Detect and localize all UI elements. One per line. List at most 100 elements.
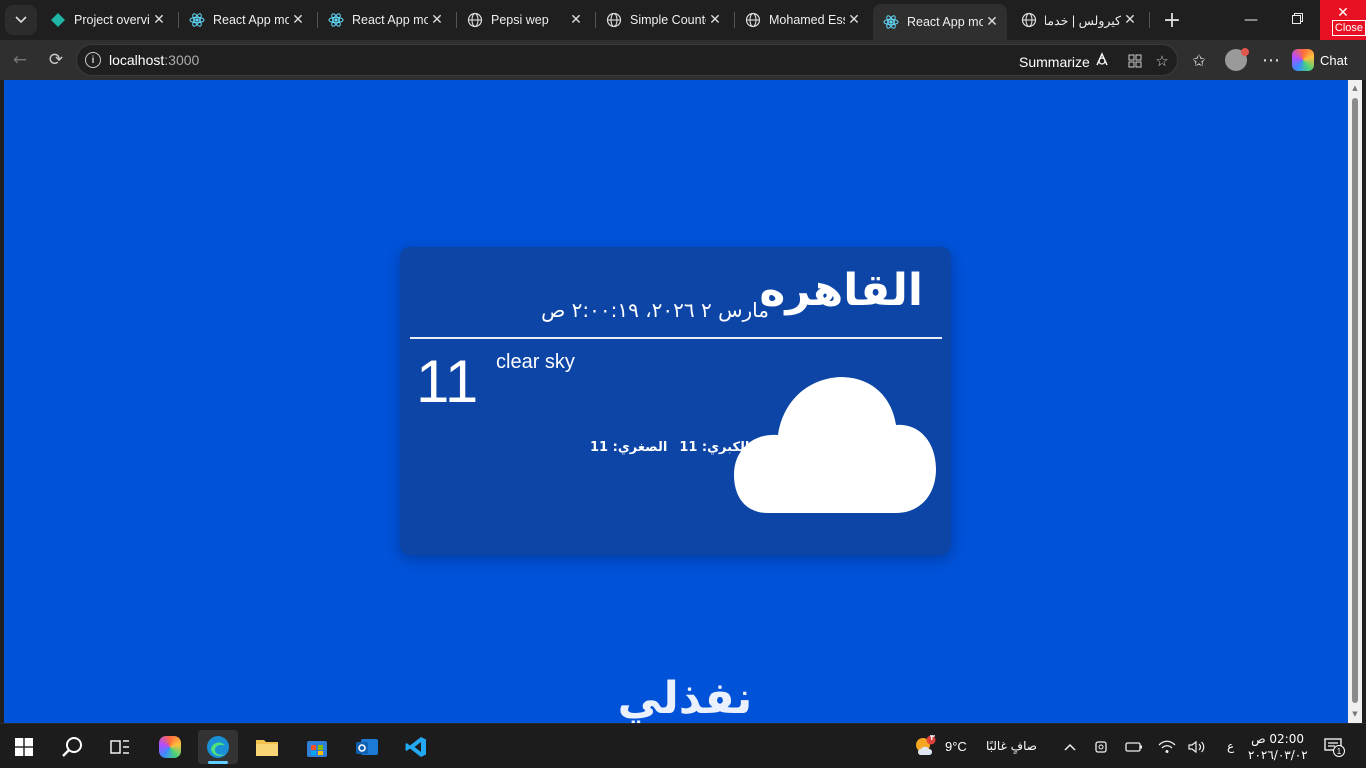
tab-title: Mohamed Essa [769, 13, 845, 27]
weather-card: القاهره مارس ٢ ٢٠٢٦، ٢:٠٠:١٩ ص 11 clear … [400, 247, 951, 555]
edge-icon [207, 736, 229, 758]
diamond-icon [50, 12, 66, 28]
store-icon [307, 741, 327, 757]
tab-title: React App moo [213, 13, 289, 27]
reload-icon: ⟳ [48, 50, 64, 70]
restore-button[interactable] [1274, 0, 1320, 40]
taskbar-file-explorer[interactable] [247, 730, 287, 764]
summarize-label: Summarize [1019, 53, 1090, 70]
tab-react-app-2[interactable]: React App moo ✕ [318, 4, 452, 36]
taskbar-store[interactable] [297, 730, 337, 764]
search-button[interactable] [52, 730, 92, 764]
close-icon[interactable]: ✕ [983, 13, 1001, 31]
tab-title: Simple Counter [630, 13, 706, 27]
tab-strip: Project overview ✕ React App moo ✕ React… [0, 0, 1366, 40]
more-options-icon[interactable]: ⋯ [1261, 50, 1281, 71]
tab-title: React App moo [907, 15, 983, 29]
globe-icon [467, 12, 483, 28]
scroll-up-arrow-icon[interactable]: ▲ [1351, 84, 1359, 92]
temperature: 11 [416, 348, 479, 415]
notification-count: 1 [1333, 745, 1345, 757]
taskbar-edge[interactable] [198, 730, 238, 764]
globe-icon [745, 12, 761, 28]
new-tab-button[interactable]: + [1158, 6, 1186, 34]
chevron-up-icon[interactable] [1061, 738, 1079, 756]
outlook-icon [356, 739, 378, 755]
page-scrollbar[interactable]: ▲ ▼ [1348, 80, 1362, 723]
min-temp: الصغري: 11 [590, 440, 668, 455]
close-icon[interactable]: ✕ [706, 11, 724, 29]
close-icon[interactable]: ✕ [1121, 11, 1139, 29]
minimize-icon: — [1244, 12, 1258, 28]
taskbar-vscode[interactable] [396, 730, 436, 764]
system-clock[interactable]: 02:00 ص ٢٠٢٦/٠٣/٠٢ [1248, 731, 1308, 763]
react-icon [189, 12, 205, 28]
windows-icon [15, 738, 33, 756]
page-viewport: القاهره مارس ٢ ٢٠٢٦، ٢:٠٠:١٩ ص 11 clear … [4, 80, 1348, 723]
plus-icon: + [1162, 7, 1182, 33]
profile-avatar[interactable] [1225, 48, 1249, 71]
scroll-down-arrow-icon[interactable]: ▼ [1351, 710, 1359, 718]
info-icon[interactable]: i [85, 52, 101, 68]
tab-title: كيرولس | خدمات [1045, 13, 1121, 28]
city-name: القاهره [759, 265, 923, 316]
taskbar-copilot[interactable] [150, 730, 190, 764]
tab-list-button[interactable] [5, 5, 37, 35]
divider [410, 337, 942, 339]
summarize-icon [1094, 52, 1110, 71]
tab-react-app-1[interactable]: React App moo ✕ [179, 4, 313, 36]
back-arrow-icon: ← [12, 50, 28, 70]
clock-time: 02:00 ص [1251, 732, 1304, 746]
weather-description: clear sky [496, 351, 575, 373]
task-view-icon [110, 740, 129, 754]
tab-project-overview[interactable]: Project overview ✕ [40, 4, 174, 36]
back-button[interactable]: ← [6, 46, 34, 74]
close-icon[interactable]: ✕ [428, 11, 446, 29]
url-port: :3000 [164, 52, 200, 68]
taskbar-weather-widget[interactable]: ٣ [908, 730, 942, 764]
tab-title: React App moo [352, 13, 428, 27]
summarize-button[interactable]: Summarize [1019, 52, 1110, 71]
notification-button[interactable]: 1 [1322, 736, 1345, 757]
taskbar-outlook[interactable] [347, 730, 387, 764]
tab-kerolos-services[interactable]: كيرولس | خدمات ✕ [1011, 4, 1145, 36]
favorite-star-icon[interactable]: ☆ [1152, 51, 1172, 71]
scrollbar-thumb[interactable] [1352, 98, 1358, 703]
close-icon: ✕ [1337, 5, 1349, 21]
camera-icon[interactable] [1093, 738, 1111, 756]
weather-badge: ٣ [930, 733, 935, 742]
close-icon[interactable]: ✕ [150, 11, 168, 29]
start-button[interactable] [4, 730, 44, 764]
react-icon [883, 14, 899, 30]
reload-button[interactable]: ⟳ [42, 46, 70, 74]
tab-title: Pepsi wep [491, 13, 549, 27]
battery-icon[interactable] [1125, 738, 1143, 756]
chat-label: Chat [1320, 52, 1348, 68]
wifi-icon[interactable] [1158, 738, 1176, 756]
url-text[interactable]: localhost:3000 [109, 52, 199, 68]
task-view-button[interactable] [100, 730, 140, 764]
globe-icon [606, 12, 622, 28]
date-time: مارس ٢ ٢٠٢٦، ٢:٠٠:١٩ ص [541, 298, 769, 322]
language-indicator[interactable]: ع [1227, 739, 1234, 753]
volume-icon[interactable] [1188, 738, 1206, 756]
tab-title: Project overview [74, 13, 150, 27]
minimize-button[interactable]: — [1228, 0, 1274, 40]
copilot-chat-button[interactable]: Chat [1292, 46, 1347, 74]
tab-mohamed-essa[interactable]: Mohamed Essa ✕ [735, 4, 869, 36]
favorites-icon[interactable]: ✩ [1189, 50, 1209, 70]
tab-react-app-active[interactable]: React App moo ✕ [873, 4, 1007, 40]
weather-temp: 9°C [945, 739, 967, 754]
chevron-down-icon [15, 13, 27, 28]
tab-pepsi-wep[interactable]: Pepsi wep ✕ [457, 4, 591, 36]
windows-taskbar: ٣ 9°C صافٍ غالبًا ع 02:00 ص ٢٠٢٦/٠٣/٠٢ 1 [0, 723, 1366, 768]
tab-simple-counter[interactable]: Simple Counter ✕ [596, 4, 730, 36]
globe-icon [1021, 12, 1037, 28]
close-icon[interactable]: ✕ [567, 11, 585, 29]
cloud-icon [734, 377, 936, 513]
address-bar[interactable]: i localhost:3000 Summarize ☆ [76, 44, 1178, 76]
apps-icon[interactable] [1125, 51, 1145, 71]
tab-separator [1149, 12, 1150, 28]
close-icon[interactable]: ✕ [289, 11, 307, 29]
close-icon[interactable]: ✕ [845, 11, 863, 29]
